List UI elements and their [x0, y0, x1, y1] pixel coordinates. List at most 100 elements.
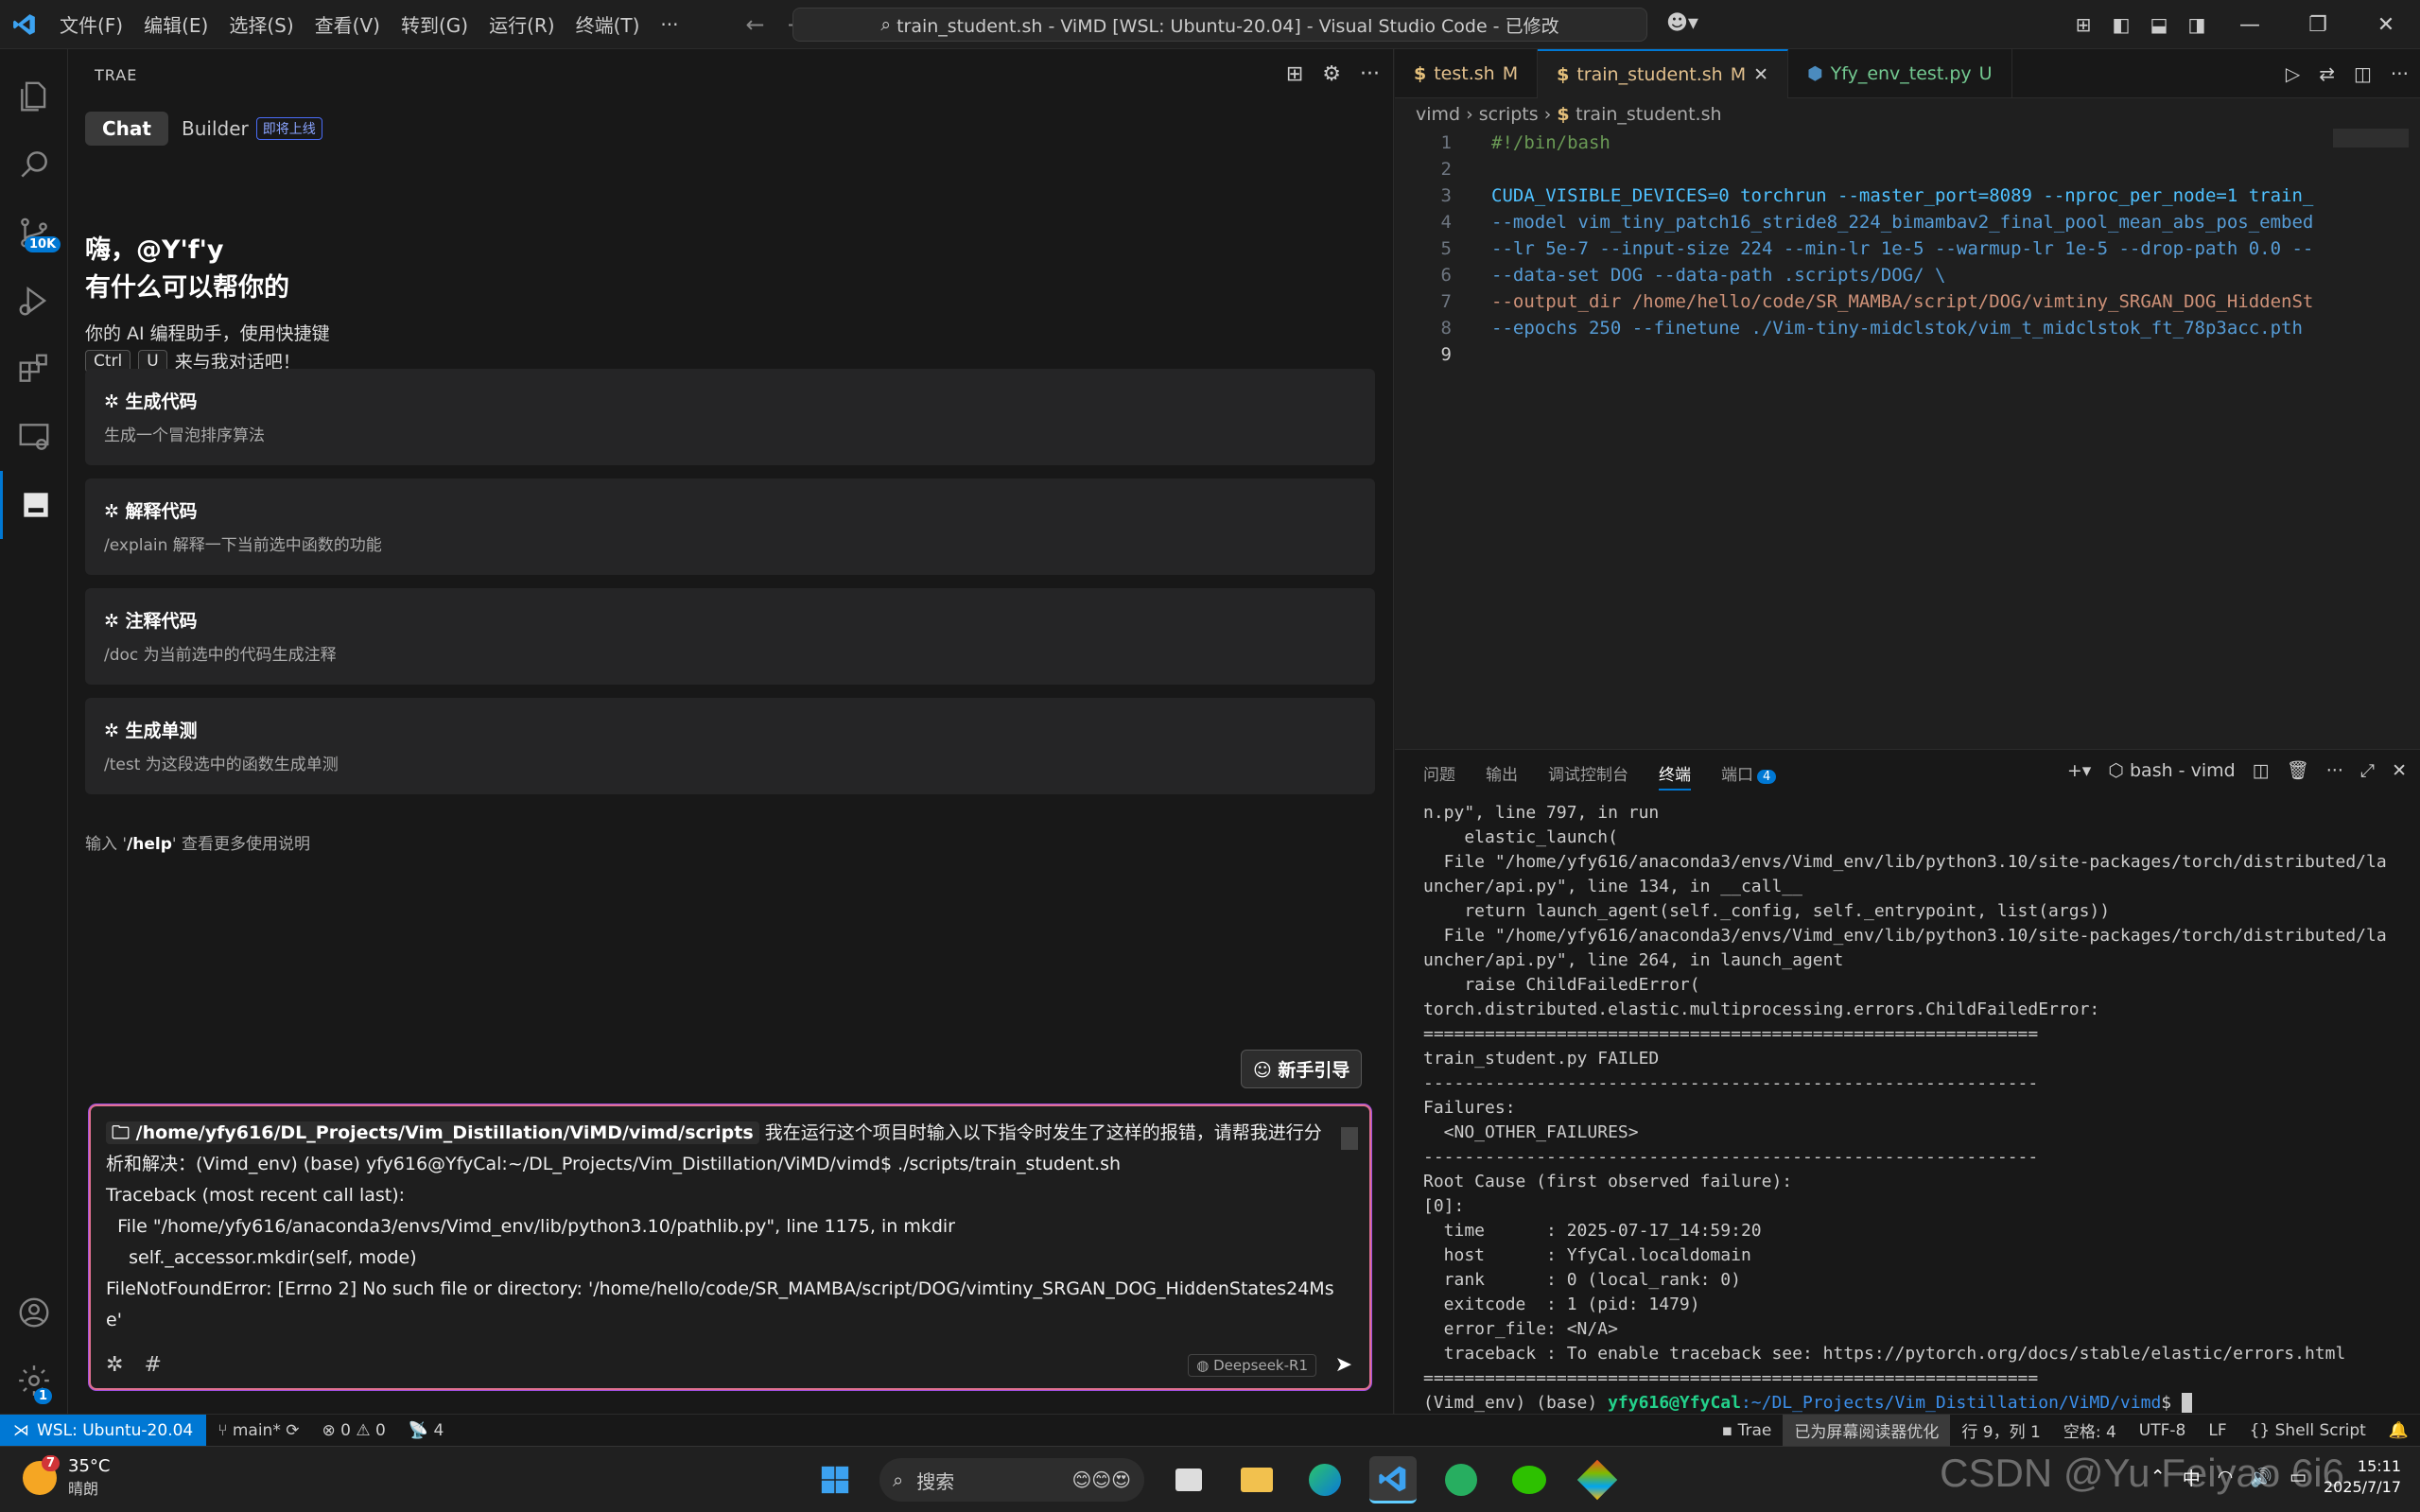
menu-go[interactable]: 转到(G): [391, 10, 479, 38]
problems-count[interactable]: ⊗ 0 ⚠ 0: [310, 1421, 396, 1440]
chat-input-text[interactable]: 🗀 /home/yfy616/DL_Projects/Vim_Distillat…: [106, 1118, 1335, 1336]
new-terminal-icon[interactable]: +▾: [2067, 760, 2091, 781]
minimize-icon[interactable]: —: [2216, 13, 2284, 37]
more-icon[interactable]: ···: [1360, 62, 1380, 86]
menu-file[interactable]: 文件(F): [49, 10, 133, 38]
sun-icon: 7: [23, 1454, 61, 1495]
copilot-icon[interactable]: ☻▾: [1666, 11, 1698, 35]
panel-more-icon[interactable]: ···: [2326, 760, 2343, 781]
notifications-icon[interactable]: 🔔: [2377, 1421, 2420, 1440]
greeting-subtitle: 有什么可以帮你的: [85, 273, 289, 303]
tab-chat[interactable]: Chat: [85, 112, 168, 146]
screen-reader-status[interactable]: 已为屏幕阅读器优化: [1783, 1414, 1951, 1447]
suggestion-card-test[interactable]: ✲ 生成单测 /test 为这段选中的函数生成单测: [85, 698, 1375, 794]
toggle-secondary-sidebar-icon[interactable]: ◨: [2178, 13, 2216, 36]
close-panel-icon[interactable]: ✕: [2392, 760, 2407, 781]
remote-indicator[interactable]: ⋊ WSL: Ubuntu-20.04: [0, 1414, 207, 1447]
wechat-icon[interactable]: [1506, 1456, 1553, 1503]
weather-widget[interactable]: 7 35°C 晴朗: [23, 1454, 110, 1499]
search-icon[interactable]: [0, 130, 68, 199]
tab-ports[interactable]: 端口 4: [1721, 761, 1777, 791]
taskbar-search[interactable]: ⌕ 搜索 😊😊😍: [879, 1458, 1144, 1502]
close-tab-icon[interactable]: ✕: [1753, 64, 1768, 85]
terminal-line: File "/home/yfy616/anaconda3/envs/Vimd_e…: [1423, 852, 2387, 872]
breadcrumb-scripts[interactable]: scripts: [1479, 104, 1539, 125]
split-terminal-icon[interactable]: ◫: [2253, 760, 2270, 781]
menu-run[interactable]: 运行(R): [479, 10, 566, 38]
layout-customize-icon[interactable]: ⊞: [2064, 13, 2102, 36]
model-selector[interactable]: ◍ Deepseek-R1: [1188, 1354, 1316, 1377]
tab-debug-console[interactable]: 调试控制台: [1548, 761, 1628, 791]
run-file-icon[interactable]: ▷: [2286, 62, 2300, 85]
suggestion-card-generate[interactable]: ✲ 生成代码 生成一个冒泡排序算法: [85, 369, 1375, 465]
terminal-prompt[interactable]: (Vimd_env) (base) yfy616@YfyCal:~/DL_Pro…: [1423, 1391, 2407, 1416]
chat-input[interactable]: 🗀 /home/yfy616/DL_Projects/Vim_Distillat…: [89, 1104, 1371, 1390]
green-app-icon[interactable]: [1437, 1456, 1485, 1503]
trae-icon[interactable]: [0, 471, 68, 539]
tab-output[interactable]: 输出: [1486, 761, 1518, 791]
tab-test-sh[interactable]: $ test.sh M: [1395, 49, 1539, 98]
terminal-output[interactable]: n.py", line 797, in run elastic_launch( …: [1423, 801, 2407, 1391]
minimap[interactable]: [2333, 129, 2409, 148]
source-control-icon[interactable]: 10K: [0, 199, 68, 267]
hash-icon[interactable]: #: [144, 1353, 161, 1377]
terminal-line: host : YfyCal.localdomain: [1423, 1245, 1751, 1265]
intro-text: 你的 AI 编程助手，使用快捷键: [85, 323, 330, 344]
toggle-primary-sidebar-icon[interactable]: ◧: [2102, 13, 2140, 36]
compare-icon[interactable]: ⇄: [2319, 62, 2335, 85]
end-of-line[interactable]: LF: [2197, 1421, 2237, 1440]
edge-icon[interactable]: [1301, 1456, 1349, 1503]
split-editor-icon[interactable]: ◫: [2354, 62, 2372, 85]
context-path-chip[interactable]: 🗀 /home/yfy616/DL_Projects/Vim_Distillat…: [106, 1121, 759, 1144]
toggle-panel-icon[interactable]: ⬓: [2140, 13, 2178, 36]
new-chat-icon[interactable]: ⊞: [1286, 62, 1303, 86]
menu-selection[interactable]: 选择(S): [218, 10, 304, 38]
maximize-panel-icon[interactable]: ⤢: [2360, 760, 2375, 781]
trash-icon[interactable]: 🗑: [2287, 759, 2309, 781]
vscode-taskbar-icon[interactable]: [1369, 1456, 1417, 1503]
tab-yfy-env-test-py[interactable]: ⬢ Yfy_env_test.py U: [1788, 49, 2012, 98]
menu-more[interactable]: ···: [650, 13, 688, 36]
start-menu-icon[interactable]: [811, 1456, 859, 1503]
indentation[interactable]: 空格: 4: [2052, 1418, 2128, 1442]
cursor-position[interactable]: 行 9，列 1: [1950, 1418, 2051, 1442]
input-scrollbar[interactable]: [1341, 1127, 1358, 1150]
suggestion-card-comment[interactable]: ✲ 注释代码 /doc 为当前选中的代码生成注释: [85, 588, 1375, 685]
file-explorer-icon[interactable]: [1233, 1456, 1280, 1503]
remote-explorer-icon[interactable]: [0, 403, 68, 471]
suggestion-card-explain[interactable]: ✲ 解释代码 /explain 解释一下当前选中函数的功能: [85, 478, 1375, 575]
tab-train-student-sh[interactable]: $ train_student.sh M ✕: [1538, 49, 1789, 98]
tab-builder[interactable]: Builder: [182, 117, 249, 140]
menu-edit[interactable]: 编辑(E): [133, 10, 218, 38]
language-mode[interactable]: {} Shell Script: [2238, 1421, 2377, 1440]
ports-status[interactable]: 📡 4: [397, 1421, 455, 1440]
terminal-selector[interactable]: ⬡ bash - vimd: [2108, 760, 2235, 781]
menu-terminal[interactable]: 终端(T): [566, 10, 651, 38]
breadcrumb-vimd[interactable]: vimd: [1416, 104, 1460, 125]
tab-terminal[interactable]: 终端: [1659, 761, 1691, 791]
beginner-guide-button[interactable]: ☺ 新手引导: [1241, 1050, 1363, 1088]
editor-more-icon[interactable]: ···: [2391, 62, 2409, 85]
breadcrumb-file[interactable]: train_student.sh: [1576, 104, 1721, 125]
run-debug-icon[interactable]: [0, 267, 68, 335]
close-window-icon[interactable]: ✕: [2352, 13, 2420, 37]
settings-gear-icon[interactable]: ⚙: [1322, 62, 1341, 86]
trae-status[interactable]: ▪ Trae: [1711, 1421, 1784, 1440]
sparkle-icon[interactable]: ✲: [106, 1353, 123, 1377]
explorer-icon[interactable]: [0, 62, 68, 130]
coming-soon-badge: 即将上线: [255, 117, 322, 140]
code-view[interactable]: 1 #!/bin/bash 2 3 CUDA_VISIBLE_DEVICES=0 t…: [1395, 130, 2341, 735]
manage-gear-icon[interactable]: 1: [0, 1347, 68, 1415]
send-icon[interactable]: ➤: [1335, 1353, 1352, 1377]
restore-icon[interactable]: ❐: [2284, 13, 2352, 37]
colorful-app-icon[interactable]: [1574, 1456, 1621, 1503]
menu-view[interactable]: 查看(V): [305, 10, 391, 38]
account-icon[interactable]: [0, 1278, 68, 1347]
back-arrow-icon[interactable]: ←: [746, 11, 765, 38]
branch[interactable]: ⑂ main* ⟳: [206, 1421, 310, 1440]
extensions-icon[interactable]: [0, 335, 68, 403]
command-center[interactable]: ⌕ train_student.sh - ViMD [WSL: Ubuntu-2…: [792, 8, 1647, 42]
tab-problems[interactable]: 问题: [1423, 761, 1455, 791]
task-view-icon[interactable]: [1165, 1456, 1212, 1503]
encoding[interactable]: UTF-8: [2128, 1421, 2198, 1440]
